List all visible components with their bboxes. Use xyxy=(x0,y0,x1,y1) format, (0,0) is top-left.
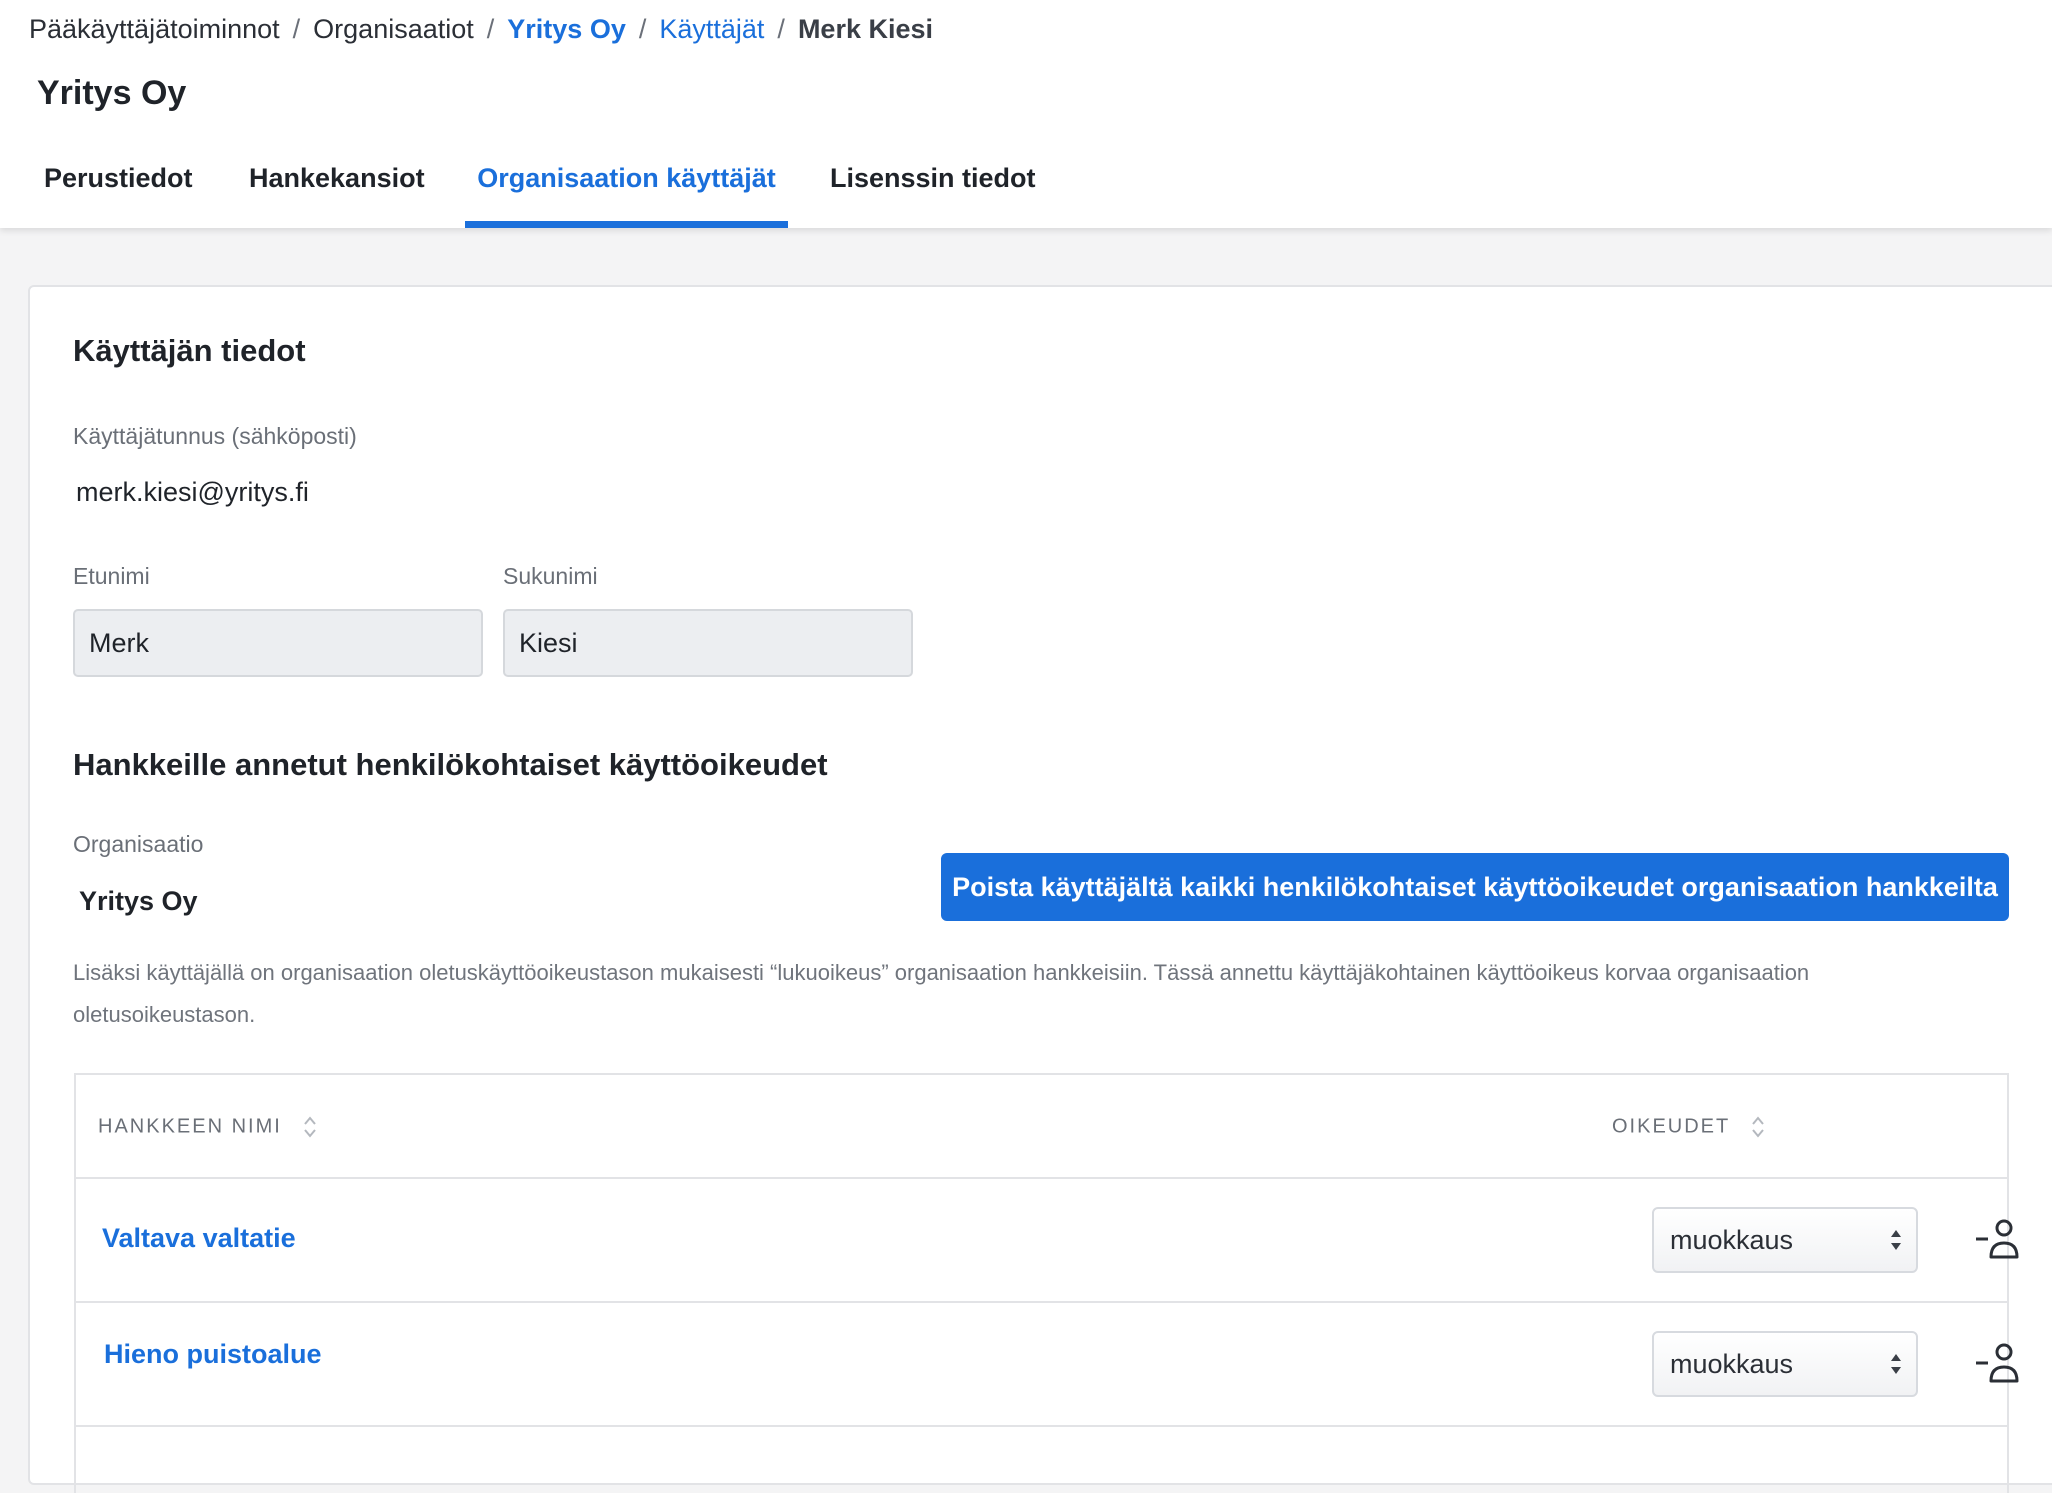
breadcrumb-item-organization[interactable]: Yritys Oy xyxy=(507,14,626,44)
breadcrumb-separator: / xyxy=(292,14,301,44)
last-name-label: Sukunimi xyxy=(503,563,598,589)
page-title: Yritys Oy xyxy=(37,74,187,112)
permissions-note: Lisäksi käyttäjällä on organisaation ole… xyxy=(73,960,1810,1027)
breadcrumb-item-current-user: Merk Kiesi xyxy=(797,14,934,44)
tab-organization-users[interactable]: Organisaation käyttäjät xyxy=(465,156,788,228)
tab-project-folders[interactable]: Hankekansiot xyxy=(249,156,425,228)
sort-icon xyxy=(1752,1116,1765,1138)
select-arrows-icon xyxy=(1891,1354,1901,1374)
breadcrumb-separator: / xyxy=(486,14,495,44)
remove-all-permissions-button[interactable]: Poista käyttäjältä kaikki henkilökohtais… xyxy=(941,853,2009,921)
first-name-label: Etunimi xyxy=(73,563,150,589)
tab-basic-info[interactable]: Perustiedot xyxy=(44,156,193,228)
column-header-label: OIKEUDET xyxy=(1612,1115,1730,1138)
column-header-rights[interactable]: OIKEUDET xyxy=(1612,1115,1765,1139)
rights-select-value: muokkaus xyxy=(1670,1225,1794,1255)
username-label: Käyttäjätunnus (sähköposti) xyxy=(73,423,357,449)
select-arrows-icon xyxy=(1891,1230,1901,1250)
breadcrumb-separator: / xyxy=(638,14,647,44)
page-header: Pääkäyttäjätoiminnot / Organisaatiot / Yrity… xyxy=(0,0,2052,228)
rights-select-value: muokkaus xyxy=(1670,1349,1794,1379)
permissions-title: Hankkeille annetut henkilökohtaiset käyt… xyxy=(73,747,828,782)
column-header-label: HANKKEEN NIMI xyxy=(98,1115,282,1138)
organization-value: Yritys Oy xyxy=(79,886,198,916)
breadcrumb-separator: / xyxy=(777,14,785,44)
project-link[interactable]: Valtava valtatie xyxy=(102,1223,296,1254)
column-header-project-name[interactable]: HANKKEEN NIMI xyxy=(98,1115,317,1139)
breadcrumb-item-admin[interactable]: Pääkäyttäjätoiminnot xyxy=(29,14,280,44)
project-link[interactable]: Hieno puistoalue xyxy=(104,1339,322,1370)
username-value: merk.kiesi@yritys.fi xyxy=(76,477,309,507)
remove-user-icon[interactable] xyxy=(1974,1341,2022,1385)
remove-user-icon[interactable] xyxy=(1974,1217,2022,1261)
last-name-field[interactable] xyxy=(503,609,913,677)
rights-select[interactable]: muokkaus xyxy=(1652,1207,1918,1273)
user-details-card: Käyttäjän tiedot Käyttäjätunnus (sähköpo… xyxy=(28,285,2052,1493)
breadcrumb-item-users[interactable]: Käyttäjät xyxy=(659,14,764,44)
rights-select[interactable]: muokkaus xyxy=(1652,1331,1918,1397)
breadcrumb: Pääkäyttäjätoiminnot / Organisaatiot / Yrity… xyxy=(29,12,933,46)
user-info-title: Käyttäjän tiedot xyxy=(73,333,306,368)
tab-license-info[interactable]: Lisenssin tiedot xyxy=(830,156,1036,228)
permissions-table: HANKKEEN NIMI OIKEUDET Valtava valtatie … xyxy=(74,1073,2019,1493)
breadcrumb-item-organizations[interactable]: Organisaatiot xyxy=(313,14,474,44)
table-row: Hieno puistoalue muokkaus xyxy=(76,1303,2019,1427)
organization-label: Organisaatio xyxy=(73,831,204,857)
table-header: HANKKEEN NIMI OIKEUDET xyxy=(76,1075,2007,1179)
first-name-field[interactable] xyxy=(73,609,483,677)
sort-icon xyxy=(304,1116,317,1138)
table-row: Valtava valtatie muokkaus xyxy=(76,1179,2019,1303)
